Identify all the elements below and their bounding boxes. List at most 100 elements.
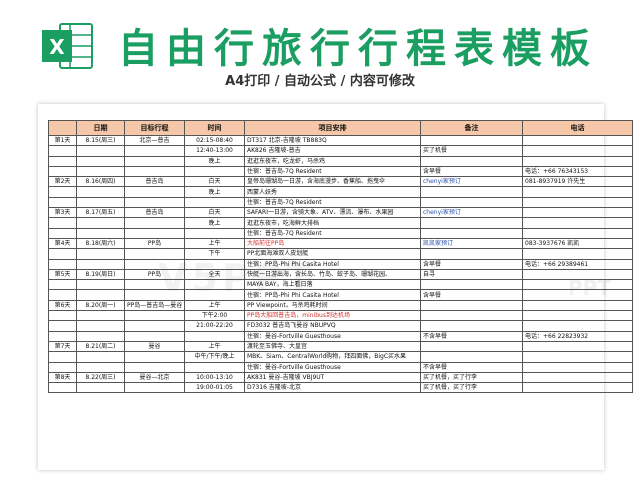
table-cell[interactable]: 电话：+66 29389461 <box>522 258 633 270</box>
table-cell[interactable]: AK826 吉隆坡-普吉 <box>244 145 421 157</box>
table-cell[interactable] <box>522 155 633 167</box>
table-cell[interactable] <box>76 320 125 332</box>
table-cell[interactable]: 买了机餐 <box>420 145 523 157</box>
table-cell[interactable]: 大船前往PP岛 <box>244 237 421 250</box>
table-cell[interactable] <box>420 310 523 322</box>
table-cell[interactable] <box>48 330 77 342</box>
table-cell[interactable]: MBK、Siam、CentralWorld购物，拜四面佛，BigC买水果 <box>244 351 421 363</box>
table-cell[interactable] <box>124 330 185 342</box>
table-cell[interactable] <box>124 248 185 260</box>
table-cell[interactable] <box>184 279 245 291</box>
table-cell[interactable] <box>522 310 633 322</box>
table-cell[interactable]: 电话：+66 76343153 <box>522 165 633 178</box>
table-cell[interactable] <box>76 165 125 178</box>
table-cell[interactable]: 19:00-01:05 <box>184 382 245 394</box>
table-cell[interactable]: 含早餐 <box>420 165 523 178</box>
table-cell[interactable] <box>48 320 77 332</box>
table-cell[interactable]: D7316 吉隆坡-北京 <box>244 382 421 394</box>
table-cell[interactable]: 8.20(周一) <box>76 299 125 312</box>
table-cell[interactable] <box>48 279 77 291</box>
table-cell[interactable] <box>124 145 185 157</box>
table-cell[interactable] <box>522 248 633 260</box>
table-cell[interactable] <box>76 155 125 167</box>
table-cell[interactable]: 皇帝岛珊瑚岛一日游，含海底漫步、香蕉船、拖曳伞 <box>244 176 421 188</box>
table-cell[interactable]: 第2天 <box>48 176 77 188</box>
table-cell[interactable] <box>124 310 185 322</box>
table-cell[interactable] <box>184 165 245 178</box>
table-cell[interactable]: 全天 <box>184 268 245 281</box>
table-cell[interactable]: 8.21(周二) <box>76 340 125 353</box>
table-cell[interactable] <box>124 279 185 291</box>
table-cell[interactable] <box>124 320 185 332</box>
table-cell[interactable] <box>76 279 125 291</box>
table-cell[interactable]: FD3032 普吉岛飞曼谷 NBUPVQ <box>244 320 421 332</box>
table-cell[interactable] <box>522 227 633 239</box>
table-cell[interactable]: 曼谷—北京 <box>124 371 185 384</box>
table-cell[interactable]: PP岛 <box>124 237 185 250</box>
table-cell[interactable] <box>48 165 77 178</box>
table-cell[interactable] <box>522 268 633 281</box>
table-cell[interactable] <box>522 279 633 291</box>
table-cell[interactable] <box>420 279 523 291</box>
table-cell[interactable] <box>184 289 245 301</box>
table-cell[interactable] <box>184 196 245 209</box>
table-cell[interactable] <box>76 382 125 394</box>
table-cell[interactable] <box>184 361 245 373</box>
table-cell[interactable] <box>184 227 245 239</box>
table-cell[interactable] <box>48 382 77 394</box>
table-cell[interactable] <box>522 371 633 384</box>
table-cell[interactable]: 普吉岛 <box>124 207 185 219</box>
table-cell[interactable] <box>76 217 125 229</box>
table-cell[interactable] <box>76 258 125 270</box>
table-cell[interactable]: 10:00-13:10 <box>184 371 245 384</box>
table-cell[interactable] <box>124 289 185 301</box>
table-cell[interactable] <box>76 351 125 363</box>
table-cell[interactable]: 8.17(周五) <box>76 207 125 219</box>
table-cell[interactable] <box>48 196 77 209</box>
table-cell[interactable] <box>420 299 523 312</box>
table-cell[interactable]: SAFARI一日游，含骑大象、ATV、漂流、瀑布、水果园 <box>244 207 421 219</box>
table-cell[interactable]: 第8天 <box>48 371 77 384</box>
table-cell[interactable] <box>76 248 125 260</box>
table-cell[interactable]: 电话：+66 22823932 <box>522 330 633 342</box>
table-cell[interactable] <box>76 227 125 239</box>
table-cell[interactable] <box>124 361 185 373</box>
table-cell[interactable]: 住宿：曼谷-Fortville Guesthouse <box>244 330 421 342</box>
table-cell[interactable] <box>48 248 77 260</box>
table-cell[interactable] <box>522 217 633 229</box>
table-cell[interactable] <box>184 258 245 270</box>
table-cell[interactable]: 普吉岛 <box>124 176 185 188</box>
table-cell[interactable] <box>48 351 77 363</box>
table-cell[interactable] <box>184 330 245 342</box>
table-cell[interactable]: 8.18(周六) <box>76 237 125 250</box>
table-cell[interactable] <box>522 320 633 332</box>
table-cell[interactable] <box>48 258 77 270</box>
table-cell[interactable]: 081-8937919 许先生 <box>522 176 633 188</box>
table-cell[interactable]: 快艇一日游出海，含长岛、竹岛、蚊子岛、珊瑚花园、 <box>244 268 421 281</box>
table-cell[interactable]: 02:15-08:40 <box>184 134 245 147</box>
table-cell[interactable] <box>420 227 523 239</box>
table-cell[interactable] <box>124 351 185 363</box>
table-cell[interactable] <box>76 186 125 198</box>
table-cell[interactable] <box>48 155 77 167</box>
table-cell[interactable] <box>124 155 185 167</box>
table-cell[interactable]: AK831 曼谷-吉隆坡 VBJ9UT <box>244 371 421 384</box>
table-cell[interactable]: 21:00-22:20 <box>184 320 245 332</box>
table-cell[interactable]: 上午 <box>184 299 245 312</box>
table-cell[interactable]: 曼谷 <box>124 340 185 353</box>
table-cell[interactable] <box>48 186 77 198</box>
table-cell[interactable]: PP岛大船回普吉岛，minibus到达机场 <box>244 310 421 322</box>
table-cell[interactable]: chenyi家预订 <box>420 176 523 188</box>
table-cell[interactable] <box>124 196 185 209</box>
table-cell[interactable]: PP岛 <box>124 268 185 281</box>
table-cell[interactable] <box>420 248 523 260</box>
table-cell[interactable]: 西蒙人妖秀 <box>244 186 421 198</box>
table-cell[interactable]: 住宿：PP岛-Phi Phi Casita Hotel <box>244 289 421 301</box>
table-cell[interactable]: 凯凯家预订 <box>420 237 523 250</box>
table-cell[interactable]: 北京—普吉 <box>124 134 185 147</box>
table-cell[interactable]: PP北面海滩双人皮划艇 <box>244 248 421 260</box>
table-cell[interactable] <box>420 351 523 363</box>
table-cell[interactable] <box>522 299 633 312</box>
table-cell[interactable] <box>124 165 185 178</box>
table-cell[interactable] <box>48 289 77 301</box>
